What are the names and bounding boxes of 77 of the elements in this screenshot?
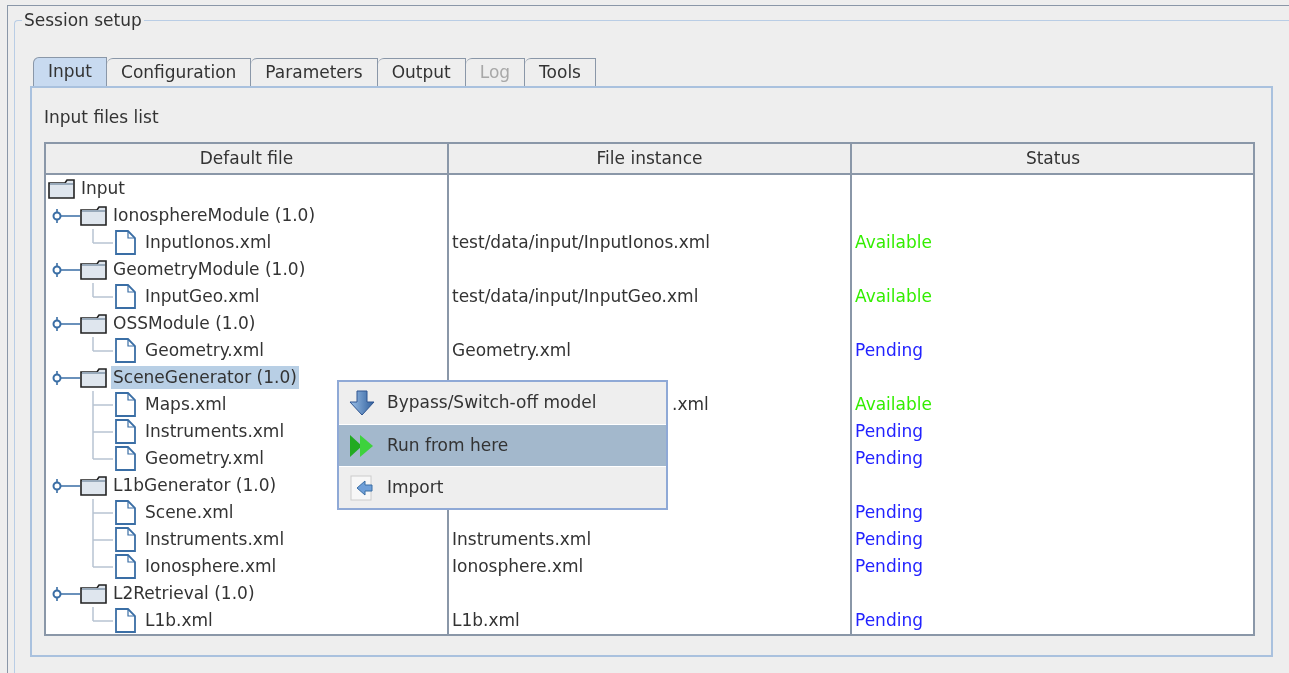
file-icon	[114, 338, 137, 363]
status-text: Available	[855, 284, 932, 308]
tree-label: Input	[81, 176, 126, 200]
tree-line	[92, 391, 114, 418]
tree-line	[92, 337, 114, 352]
tree-handle-icon[interactable]	[52, 370, 80, 385]
folder-icon	[80, 205, 107, 226]
file-name: Maps.xml	[145, 392, 227, 416]
tree-line	[92, 283, 114, 298]
tab[interactable]: Configuration	[107, 58, 252, 86]
file-name: InputIonos.xml	[145, 230, 272, 254]
file-name: Ionosphere.xml	[145, 554, 277, 578]
folder-icon	[80, 583, 107, 604]
status-text: Pending	[855, 608, 923, 632]
module-label[interactable]: OSSModule (1.0)	[111, 312, 258, 335]
file-instance: L1b.xml	[452, 608, 520, 632]
group-title: Session setup	[23, 9, 143, 32]
down-arrow-icon	[349, 390, 375, 416]
status-text: Pending	[855, 500, 923, 524]
status-text: Pending	[855, 419, 923, 443]
file-icon	[114, 284, 137, 309]
file-name: L1b.xml	[145, 608, 213, 632]
status-text: Pending	[855, 554, 923, 578]
module-label[interactable]: L1bGenerator (1.0)	[111, 474, 279, 497]
tree-handle-icon[interactable]	[52, 208, 80, 223]
folder-icon	[48, 178, 75, 199]
file-instance: test/data/input/InputGeo.xml	[452, 284, 699, 308]
file-instance: Geometry.xml	[452, 338, 572, 362]
status-text: Available	[855, 392, 932, 416]
folder-icon	[80, 367, 107, 388]
file-instance: test/data/input/InputIonos.xml	[452, 230, 711, 254]
file-instance: Instruments.xml	[452, 527, 592, 551]
file-icon	[114, 527, 137, 552]
module-label[interactable]: SceneGenerator (1.0)	[111, 366, 299, 389]
tab[interactable]: Output	[377, 58, 466, 86]
tree-line	[92, 229, 114, 244]
column-header[interactable]: Status	[852, 144, 1254, 173]
play-icon	[349, 432, 375, 459]
menu-item[interactable]: Run from here	[339, 424, 666, 466]
tree-handle-icon[interactable]	[52, 478, 80, 493]
tree-handle-icon[interactable]	[52, 586, 80, 601]
folder-icon	[80, 475, 107, 496]
file-instance: .xml	[672, 392, 709, 416]
file-name: Geometry.xml	[145, 338, 265, 362]
file-name: Instruments.xml	[145, 527, 285, 551]
module-label[interactable]: L2Retrieval (1.0)	[111, 582, 257, 605]
column-header[interactable]: File instance	[449, 144, 852, 173]
tab[interactable]: Parameters	[251, 58, 378, 86]
file-icon	[114, 419, 137, 444]
file-icon	[114, 500, 137, 525]
file-name: Instruments.xml	[145, 419, 285, 443]
file-icon	[114, 230, 137, 255]
tree-handle-icon[interactable]	[52, 316, 80, 331]
status-text: Pending	[855, 527, 923, 551]
file-icon	[114, 446, 137, 471]
file-name: Scene.xml	[145, 500, 234, 524]
tree-handle-icon[interactable]	[52, 262, 80, 277]
status-text: Available	[855, 230, 932, 254]
tree-line	[92, 607, 114, 622]
tree-line	[92, 499, 114, 526]
module-label[interactable]: GeometryModule (1.0)	[111, 258, 308, 281]
file-icon	[114, 554, 137, 579]
file-icon	[114, 392, 137, 417]
folder-icon	[80, 259, 107, 280]
column-header[interactable]: Default file	[46, 144, 449, 173]
file-name: InputGeo.xml	[145, 284, 260, 308]
file-name: Geometry.xml	[145, 446, 265, 470]
file-instance: Ionosphere.xml	[452, 554, 584, 578]
status-text: Pending	[855, 446, 923, 470]
file-icon	[114, 608, 137, 633]
module-label[interactable]: IonosphereModule (1.0)	[111, 204, 318, 227]
tab[interactable]: Input	[33, 57, 108, 86]
import-icon	[349, 474, 375, 501]
folder-icon	[80, 313, 107, 334]
tab[interactable]: Tools	[525, 58, 596, 86]
status-text: Pending	[855, 338, 923, 362]
panel-label: Input files list	[44, 106, 159, 128]
